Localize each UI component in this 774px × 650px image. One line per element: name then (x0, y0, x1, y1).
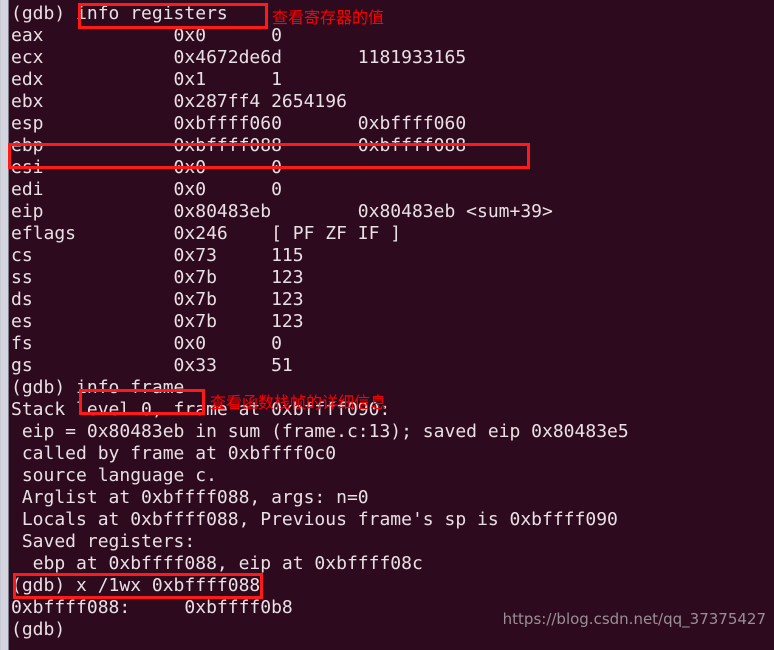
watermark-url: https://blog.csdn.net/qq_37375427 (502, 610, 766, 628)
terminal-line: esi 0x0 0 (11, 157, 282, 178)
terminal-line: gs 0x33 51 (11, 355, 293, 376)
terminal-line: fs 0x0 0 (11, 333, 282, 354)
terminal-line: eflags 0x246 [ PF ZF IF ] (11, 223, 402, 244)
terminal-line: (gdb) info frame (11, 377, 185, 398)
annotation-view-frame: 查看函数栈帧的详细信息 (210, 393, 387, 412)
annotation-view-registers: 查看寄存器的值 (272, 8, 385, 27)
terminal-line: (gdb) x /1wx 0xbffff088 (11, 575, 261, 596)
terminal-line: (gdb) (11, 619, 66, 640)
terminal-line: eip = 0x80483eb in sum (frame.c:13); sav… (11, 421, 629, 442)
terminal-line: cs 0x73 115 (11, 245, 304, 266)
terminal-line: esp 0xbffff060 0xbffff060 (11, 113, 467, 134)
terminal-line: es 0x7b 123 (11, 311, 304, 332)
terminal-line: eip 0x80483eb 0x80483eb <sum+39> (11, 201, 553, 222)
terminal-line: ebx 0x287ff4 2654196 (11, 91, 347, 112)
terminal-line: eax 0x0 0 (11, 25, 282, 46)
terminal-line: ecx 0x4672de6d 1181933165 (11, 47, 467, 68)
terminal-scrollbar-thumb[interactable] (1, 0, 8, 650)
terminal-line: ebp 0xbffff088 0xbffff088 (11, 135, 467, 156)
terminal-line: ebp at 0xbffff088, eip at 0xbffff08c (11, 553, 423, 574)
terminal-line: Saved registers: (11, 531, 196, 552)
terminal-line: called by frame at 0xbffff0c0 (11, 443, 337, 464)
terminal-line: Locals at 0xbffff088, Previous frame's s… (11, 509, 618, 530)
terminal-line: 0xbffff088: 0xbffff0b8 (11, 597, 293, 618)
terminal-screen[interactable]: (gdb) info registers eax 0x0 0 ecx 0x4672d… (11, 0, 774, 650)
terminal-scrollbar[interactable] (0, 0, 9, 650)
gdb-terminal-window: (gdb) info registers eax 0x0 0 ecx 0x4672d… (0, 0, 774, 650)
terminal-line: edx 0x1 1 (11, 69, 282, 90)
terminal-line: Arglist at 0xbffff088, args: n=0 (11, 487, 369, 508)
terminal-line: edi 0x0 0 (11, 179, 282, 200)
terminal-line: ss 0x7b 123 (11, 267, 304, 288)
terminal-line: source language c. (11, 465, 217, 486)
terminal-line: ds 0x7b 123 (11, 289, 304, 310)
terminal-line: (gdb) info registers (11, 3, 228, 24)
